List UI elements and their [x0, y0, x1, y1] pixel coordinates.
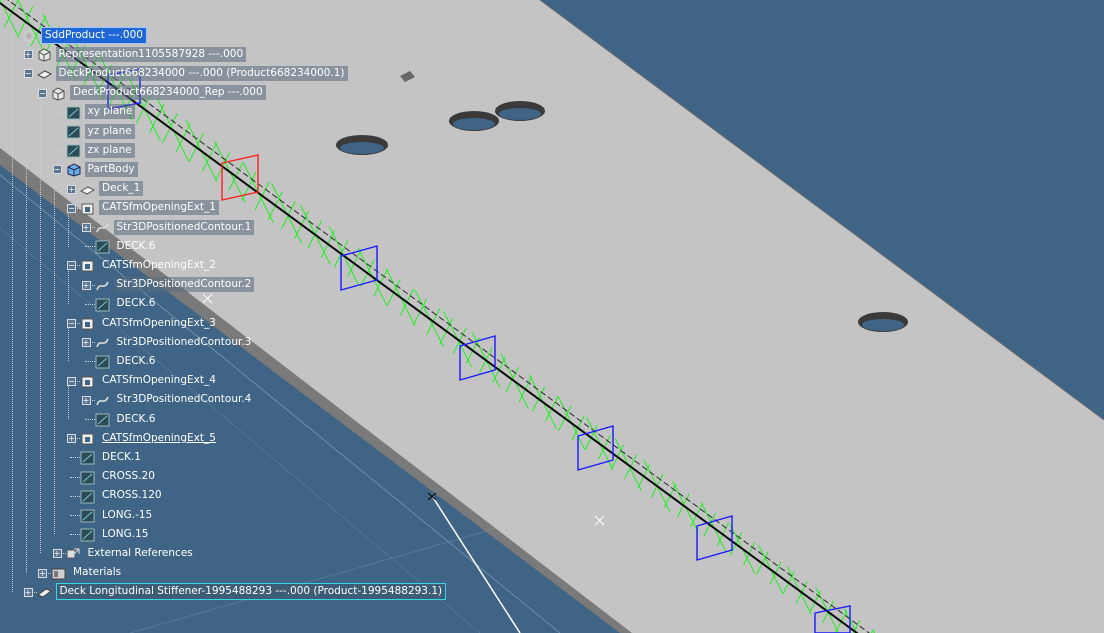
tree-node-label: xy plane	[84, 104, 136, 120]
tree-node-label: Str3DPositionedContour.1	[113, 219, 255, 235]
tree-node-label: DECK.6	[116, 354, 156, 367]
tree-node-label: Representation1105587928 ---.000	[55, 46, 247, 62]
contour-icon	[95, 278, 110, 292]
plane-icon	[95, 239, 110, 254]
tree-node-label: DECK.6	[116, 239, 156, 252]
tree-node[interactable]: DeckProduct668234000_Rep ---.000	[51, 85, 266, 101]
tree-node[interactable]: CATSfmOpeningExt_5	[80, 430, 219, 446]
plane-icon	[80, 508, 95, 523]
contour-icon	[95, 393, 110, 407]
tree-node-label: LONG.15	[102, 527, 149, 540]
plane-icon	[66, 105, 81, 120]
tree-node[interactable]: Representation1105587928 ---.000	[37, 46, 247, 62]
tree-node[interactable]: SddProduct ---.000	[22, 26, 147, 44]
opening-icon	[80, 316, 95, 330]
deck-product-icon	[36, 66, 52, 80]
tree-node-label: Str3DPositionedContour.4	[116, 393, 252, 406]
tree-node[interactable]: DECK.6	[95, 296, 159, 312]
tree-node-label: PartBody	[84, 161, 138, 177]
tree-node-label: CATSfmOpeningExt_2	[102, 258, 216, 271]
tree-node[interactable]: Str3DPositionedContour.2	[95, 277, 255, 293]
tree-node[interactable]: CATSfmOpeningExt_2	[80, 257, 219, 273]
tree-node[interactable]: Deck_1	[79, 181, 144, 197]
tree-node-label: CROSS.20	[102, 470, 155, 483]
plane-icon	[80, 527, 95, 542]
representation-icon	[37, 47, 52, 62]
tree-node-label: CATSfmOpeningExt_3	[102, 316, 216, 329]
tree-node-label: External References	[87, 546, 193, 559]
partbody-icon	[66, 162, 81, 177]
contour-icon	[95, 220, 110, 234]
plane-icon	[80, 489, 95, 504]
tree-node[interactable]: DeckProduct668234000 ---.000 (Product668…	[36, 65, 348, 81]
tree-node[interactable]: CATSfmOpeningExt_3	[80, 315, 219, 331]
tree-node-label: Str3DPositionedContour.2	[113, 277, 255, 293]
tree-node-label: LONG.-15	[102, 508, 153, 521]
plane-icon	[95, 297, 110, 312]
tree-node-label: DeckProduct668234000_Rep ---.000	[70, 85, 266, 101]
opening-icon	[80, 258, 95, 272]
stiffener-icon	[36, 585, 52, 599]
tree-node[interactable]: LONG.-15	[80, 507, 155, 523]
tree-node-label: Materials	[73, 566, 122, 579]
tree-node[interactable]: CATSfmOpeningExt_1	[80, 200, 219, 216]
tree-node-label: DECK.6	[116, 412, 156, 425]
opening-icon	[80, 201, 95, 215]
tree-node-label: DeckProduct668234000 ---.000 (Product668…	[55, 65, 348, 81]
materials-icon	[51, 566, 66, 580]
deck-icon	[79, 182, 96, 196]
tree-node-label: Deck Longitudinal Stiffener-1995488293 -…	[55, 583, 447, 601]
tree-node[interactable]: Materials	[51, 565, 124, 581]
tree-node[interactable]: Str3DPositionedContour.1	[95, 219, 255, 235]
tree-node[interactable]: PartBody	[66, 161, 138, 177]
tree-node[interactable]: DECK.1	[80, 449, 144, 465]
tree-node[interactable]: LONG.15	[80, 526, 151, 542]
tree-node[interactable]: yz plane	[66, 123, 135, 139]
tree-node[interactable]: External References	[66, 545, 196, 561]
tree-node[interactable]: CROSS.120	[80, 488, 165, 504]
product-icon	[22, 28, 37, 42]
plane-icon	[66, 143, 81, 158]
tree-node-label: SddProduct ---.000	[41, 26, 147, 44]
tree-node[interactable]: DECK.6	[95, 411, 159, 427]
plane-icon	[80, 450, 95, 465]
tree-node-label: DECK.6	[116, 297, 156, 310]
tree-node[interactable]: CROSS.20	[80, 469, 158, 485]
opening-icon	[80, 431, 95, 445]
tree-node-label: yz plane	[84, 123, 135, 139]
tree-node[interactable]: Deck Longitudinal Stiffener-1995488293 -…	[36, 583, 447, 601]
tree-node[interactable]: zx plane	[66, 142, 135, 158]
tree-node-label: DECK.1	[102, 450, 141, 463]
tree-node-label: Deck_1	[99, 181, 144, 197]
tree-node[interactable]: DECK.6	[95, 353, 159, 369]
plane-icon	[95, 354, 110, 369]
tree-node[interactable]: xy plane	[66, 104, 136, 120]
tree-node[interactable]: DECK.6	[95, 238, 159, 254]
tree-node-label: CATSfmOpeningExt_4	[102, 374, 216, 387]
contour-icon	[95, 335, 110, 349]
tree-node[interactable]: CATSfmOpeningExt_4	[80, 373, 219, 389]
representation-icon	[51, 86, 66, 101]
external-references-icon	[66, 546, 81, 560]
plane-icon	[66, 124, 81, 139]
tree-node-label: CATSfmOpeningExt_1	[99, 200, 219, 216]
tree-node[interactable]: Str3DPositionedContour.4	[95, 392, 255, 408]
opening-icon	[80, 374, 95, 388]
plane-icon	[80, 470, 95, 485]
tree-node-label: zx plane	[84, 142, 135, 158]
tree-node-label: Str3DPositionedContour.3	[116, 335, 252, 348]
tree-node-label: CROSS.120	[102, 489, 162, 502]
tree-node-label: CATSfmOpeningExt_5	[102, 431, 216, 444]
tree-node[interactable]: Str3DPositionedContour.3	[95, 334, 255, 350]
plane-icon	[95, 412, 110, 427]
